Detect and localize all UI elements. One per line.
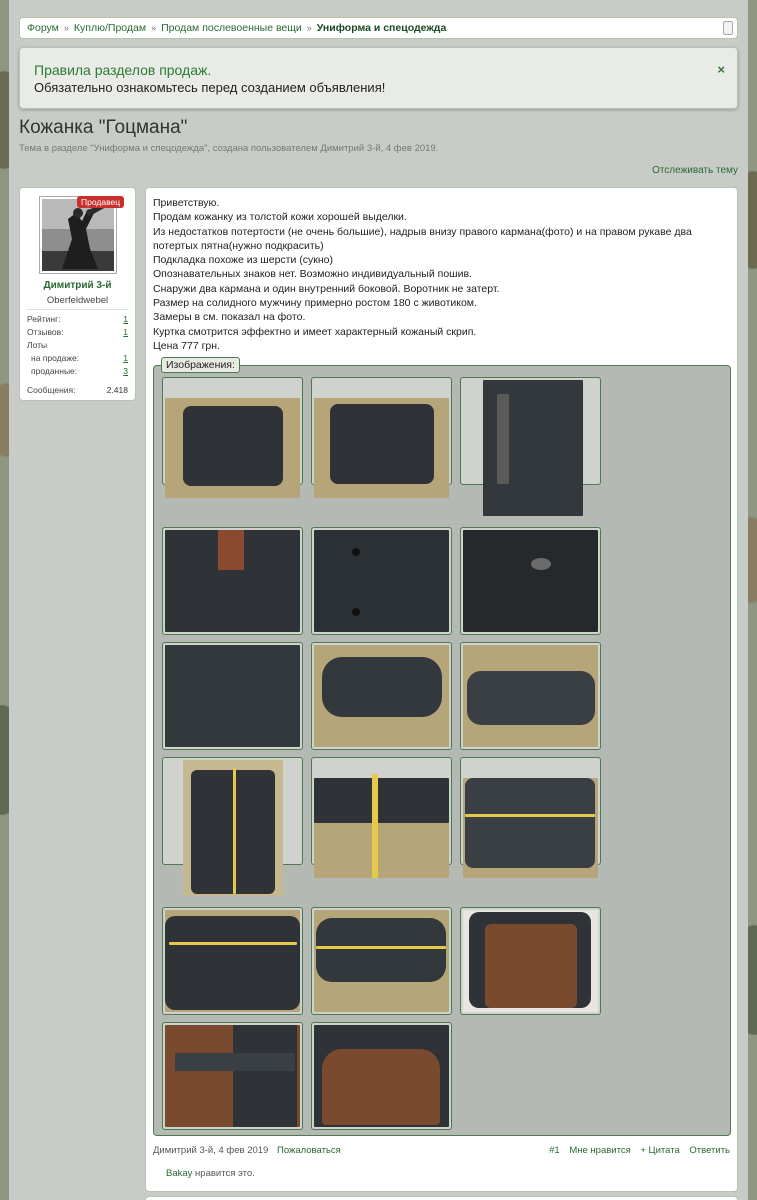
attachment-thumbnail[interactable]	[162, 377, 303, 498]
attachment-thumbnail[interactable]	[311, 377, 452, 498]
breadcrumb-menu-icon[interactable]	[723, 21, 733, 35]
attachment-thumbnail[interactable]	[460, 642, 601, 750]
post-footer: Димитрий 3-й, 4 фев 2019 Пожаловаться #1…	[153, 1145, 730, 1156]
attachment-thumbnail[interactable]	[162, 757, 303, 896]
sales-rules-notice: Правила разделов продаж. Обязательно озн…	[19, 47, 738, 109]
attachments-label: Изображения:	[161, 357, 240, 373]
breadcrumb-buy-sell[interactable]: Куплю/Продам	[74, 22, 146, 34]
breadcrumb-separator: »	[151, 23, 157, 33]
post-line: Из недостатков потертости (не очень боль…	[153, 225, 692, 238]
author-rank: Oberfeldwebel	[46, 295, 109, 306]
likes-summary: Bakay нравится это.	[166, 1168, 255, 1179]
breadcrumb-separator: »	[63, 23, 69, 33]
attachment-thumbnail[interactable]	[460, 527, 601, 635]
stat-value-link[interactable]: 1	[123, 326, 128, 339]
post-message: Приветствую. Продам кожанку из толстой к…	[153, 196, 723, 353]
breadcrumb-separator: »	[306, 23, 312, 33]
post-actions: #1 Мне нравится + Цитата Ответить	[542, 1145, 730, 1156]
stat-label: Рейтинг:	[27, 314, 61, 324]
stat-messages: Сообщения: 2.418	[27, 384, 128, 397]
stat-label: Отзывов:	[27, 327, 64, 337]
attachment-thumbnail[interactable]	[460, 757, 601, 878]
attachment-thumbnail[interactable]	[311, 757, 452, 878]
stat-value-link[interactable]: 3	[123, 365, 128, 378]
breadcrumb-postwar[interactable]: Продам послевоенные вещи	[161, 22, 302, 34]
likes-text: нравится это.	[192, 1168, 255, 1179]
stat-value: 2.418	[106, 385, 128, 395]
reply-button[interactable]: Ответить	[689, 1145, 730, 1156]
attachment-thumbnail[interactable]	[311, 1022, 452, 1130]
attachment-thumbnail[interactable]	[162, 527, 303, 635]
seller-badge: Продавец	[77, 196, 125, 208]
attachment-thumbnail[interactable]	[460, 377, 601, 516]
stat-sold: проданные: 3	[27, 365, 128, 378]
post-line: Подкладка похоже из шерсти (сукно)	[153, 254, 333, 267]
post-line: Опознавательных знаков нет. Возможно инд…	[153, 268, 472, 281]
quote-button[interactable]: + Цитата	[640, 1145, 679, 1156]
post-line: Замеры в см. показал на фото.	[153, 311, 306, 324]
post-line: Куртка смотрится эффектно и имеет характ…	[153, 325, 477, 338]
stat-rating: Рейтинг: 1	[27, 313, 128, 326]
attachments-box: Изображения:	[153, 357, 731, 1136]
attachment-thumbnail[interactable]	[311, 642, 452, 750]
forum-page: Форум » Куплю/Продам » Продам послевоенн…	[9, 0, 748, 1200]
avatar-image	[42, 199, 114, 271]
attachment-thumbnail[interactable]	[162, 907, 303, 1015]
close-icon[interactable]: ×	[717, 62, 725, 77]
attachment-thumbnail[interactable]	[162, 642, 303, 750]
post-author-date[interactable]: Димитрий 3-й, 4 фев 2019	[153, 1145, 268, 1156]
post-line: Снаружи два кармана и один внутренний бо…	[153, 282, 500, 295]
post-line: Размер на солидного мужчину примерно рос…	[153, 297, 477, 310]
stat-value-link[interactable]: 1	[123, 352, 128, 365]
stat-label: Лоты	[27, 340, 48, 350]
stat-lots: Лоты	[27, 339, 128, 352]
breadcrumb-current[interactable]: Униформа и спецодежда	[317, 22, 447, 34]
post-line: Продам кожанку из толстой кожи хорошей в…	[153, 211, 407, 224]
author-name[interactable]: Димитрий 3-й	[20, 280, 135, 291]
liker-name[interactable]: Bakay	[166, 1168, 192, 1179]
attachment-thumbnail[interactable]	[162, 1022, 303, 1130]
author-card: Продавец Димитрий 3-й Oberfeldwebel Рейт…	[19, 187, 136, 401]
breadcrumb-forum[interactable]: Форум	[27, 22, 59, 34]
watch-thread-link[interactable]: Отслеживать тему	[652, 165, 738, 176]
post-line: Приветствую.	[153, 197, 220, 209]
post-line: Цена 777 грн.	[153, 339, 220, 352]
stat-label: на продаже:	[31, 353, 80, 363]
stat-label: проданные:	[31, 366, 78, 376]
notice-text: Обязательно ознакомьтесь перед созданием…	[34, 80, 386, 95]
attachment-thumbnail[interactable]	[311, 907, 452, 1015]
stat-value-link[interactable]: 1	[123, 313, 128, 326]
post-line: потертых пятна(нужно подкрасить)	[153, 239, 324, 252]
next-post	[145, 1196, 738, 1200]
post-number-link[interactable]: #1	[549, 1145, 560, 1156]
attachment-thumbnail[interactable]	[460, 907, 601, 1015]
breadcrumb: Форум » Куплю/Продам » Продам послевоенн…	[19, 17, 738, 39]
notice-title[interactable]: Правила разделов продаж.	[34, 61, 723, 79]
attachment-thumbnail[interactable]	[311, 527, 452, 635]
stat-on-sale: на продаже: 1	[27, 352, 128, 365]
author-stats: Рейтинг: 1 Отзывов: 1 Лоты на продаже: 1…	[27, 309, 128, 397]
like-button[interactable]: Мне нравится	[569, 1145, 630, 1156]
page-title: Кожанка "Гоцмана"	[19, 117, 188, 138]
thread-meta: Тема в разделе "Униформа и спецодежда", …	[19, 143, 439, 154]
post: Приветствую. Продам кожанку из толстой к…	[145, 187, 738, 1192]
stat-label: Сообщения:	[27, 385, 76, 395]
report-link[interactable]: Пожаловаться	[277, 1145, 341, 1156]
stat-reviews: Отзывов: 1	[27, 326, 128, 339]
